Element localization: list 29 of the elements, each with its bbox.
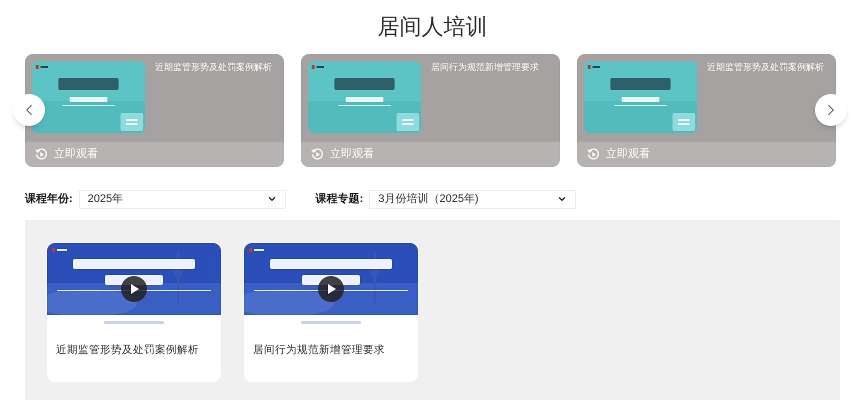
course-title: 近期监管形势及处罚案例解析 (155, 61, 272, 74)
replay-play-icon (587, 148, 600, 161)
previous-button[interactable] (13, 94, 45, 126)
watch-now-link[interactable]: 立即观看 (54, 146, 98, 163)
replay-play-icon (35, 148, 48, 161)
course-title: 居间行为规范新增管理要求 (431, 61, 539, 74)
next-button[interactable] (815, 94, 847, 126)
filter-dropdown[interactable]: 2025年 (78, 190, 286, 208)
course-card[interactable]: 居间行为规范新增管理要求 立即观看 (301, 54, 560, 167)
video-card[interactable]: 居间行为规范新增管理要求 (244, 243, 418, 382)
course-card[interactable]: 近期监管形势及处罚案例解析 立即观看 (577, 54, 836, 167)
video-title: 居间行为规范新增管理要求 (252, 343, 386, 358)
watch-now-link[interactable]: 立即观看 (606, 146, 650, 163)
video-title: 近期监管形势及处罚案例解析 (55, 343, 200, 358)
course-card[interactable]: 近期监管形势及处罚案例解析 立即观看 (25, 54, 284, 167)
play-icon (318, 276, 344, 302)
watch-now-link[interactable]: 立即观看 (330, 146, 374, 163)
thumbnail-caption-bar (104, 320, 164, 324)
course-title: 近期监管形势及处罚案例解析 (707, 61, 824, 74)
thumbnail-caption-bar (301, 320, 361, 324)
filter-label: 课程年份: (25, 192, 73, 207)
page-title: 居间人培训 (376, 13, 488, 41)
play-icon (121, 276, 147, 302)
replay-play-icon (311, 148, 324, 161)
chevron-down-icon (557, 194, 568, 204)
video-card[interactable]: 近期监管形势及处罚案例解析 (47, 243, 221, 382)
filter-label: 课程专题: (316, 192, 364, 207)
filter-dropdown[interactable]: 3月份培训（2025年) (369, 190, 576, 208)
chevron-down-icon (266, 194, 277, 204)
